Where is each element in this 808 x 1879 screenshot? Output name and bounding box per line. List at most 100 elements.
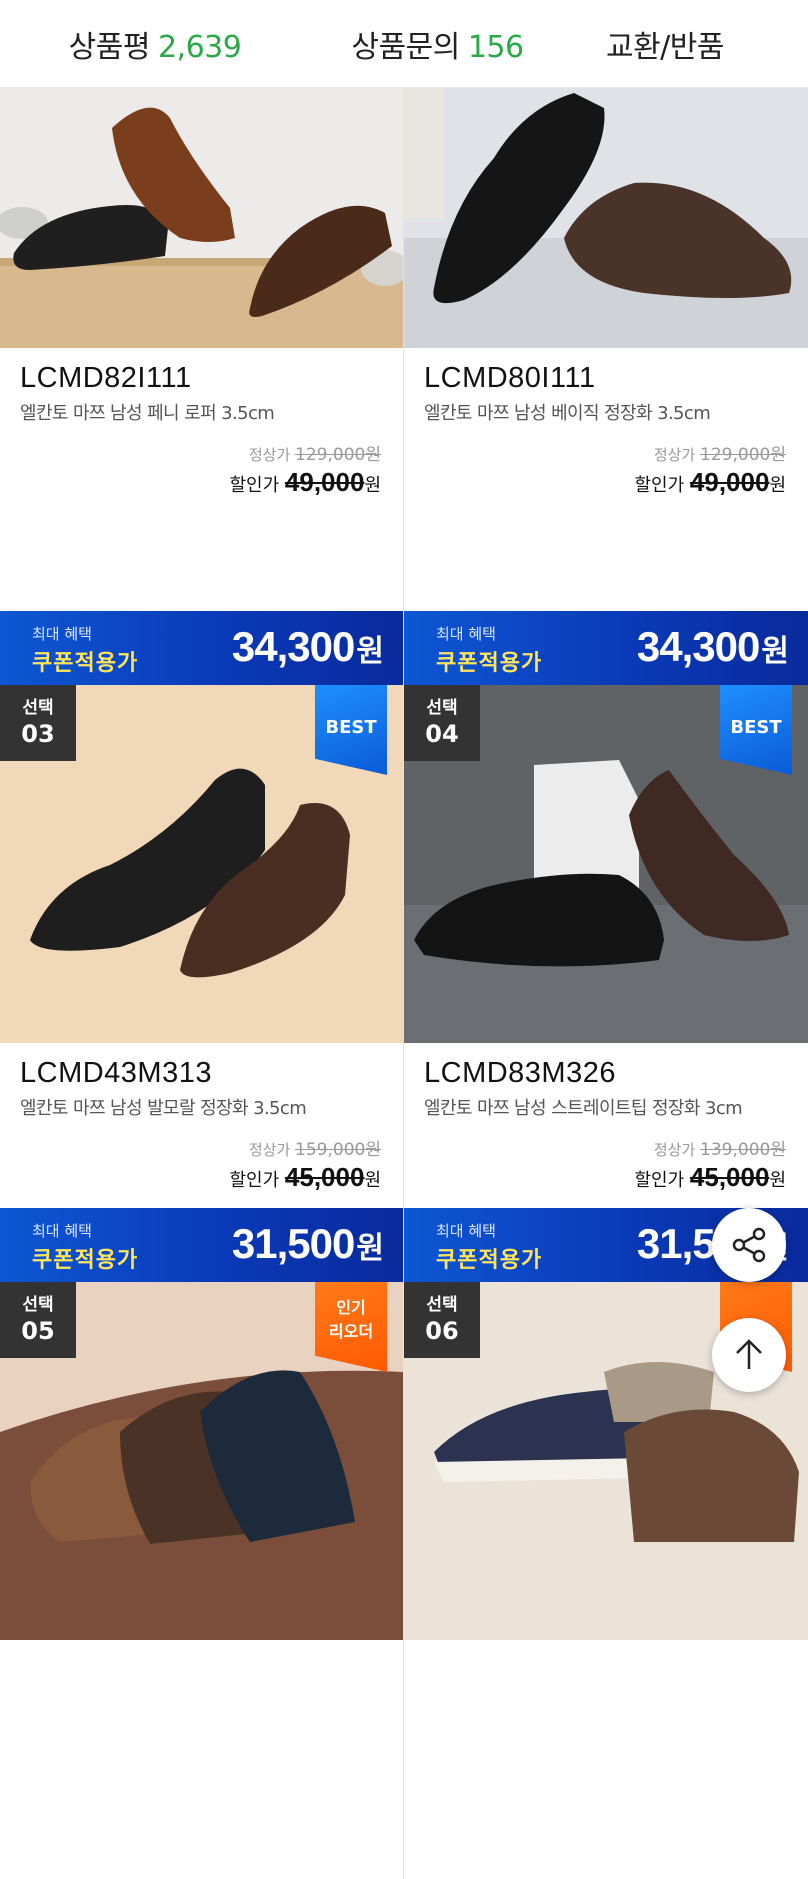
- choice-number-badge: 선택 04: [404, 685, 480, 761]
- best-badge-text: BEST: [325, 717, 377, 738]
- coupon-label: 쿠폰적용가: [436, 651, 543, 676]
- coupon-max-benefit: 최대 혜택: [436, 1222, 496, 1240]
- choice-number: 03: [21, 720, 55, 748]
- choice-label: 선택: [426, 698, 458, 718]
- product-code: LCMD80I111: [424, 362, 596, 394]
- original-price-value: 129,000: [295, 445, 366, 465]
- coupon-price: 34,300원: [231, 623, 384, 671]
- product-card[interactable]: 선택 03 BEST LCMD43M313 엘칸토 마쯔 남성 발모랄 정장화 3…: [0, 685, 404, 1282]
- product-prices: 정상가 139,000원 할인가 45,000원: [634, 1135, 786, 1193]
- product-prices: 정상가 129,000원 할인가 49,000원: [229, 440, 381, 498]
- choice-label: 선택: [22, 698, 54, 718]
- choice-number-badge: 선택 05: [0, 1282, 76, 1358]
- arrow-up-icon: [736, 1339, 762, 1369]
- product-info: LCMD43M313 엘칸토 마쯔 남성 발모랄 정장화 3.5cm 정상가 1…: [0, 1043, 403, 1203]
- product-desc: 엘칸토 마쯔 남성 페니 로퍼 3.5cm: [20, 403, 275, 424]
- coupon-price: 31,500원: [232, 1220, 384, 1268]
- coupon-max-benefit: 최대 혜택: [436, 625, 496, 643]
- popular-reorder-badge: 인기리오더: [315, 1282, 387, 1372]
- product-tabs: 상품평 2,639 상품문의 156 교환/반품: [0, 0, 808, 88]
- best-badge: BEST: [720, 685, 792, 775]
- original-price-label: 정상가: [653, 446, 696, 464]
- tab-exchange-return[interactable]: 교환/반품: [565, 22, 765, 66]
- coupon-price-unit: 원: [356, 1231, 384, 1266]
- coupon-max-benefit: 최대 혜택: [32, 1222, 92, 1240]
- tab-inquiries[interactable]: 상품문의 156: [310, 22, 565, 66]
- product-desc: 엘칸토 마쯔 남성 발모랄 정장화 3.5cm: [20, 1098, 307, 1119]
- original-price-label: 정상가: [653, 1141, 696, 1159]
- choice-number: 06: [425, 1317, 459, 1345]
- popular-badge-line1: 인기: [336, 1298, 366, 1317]
- original-price: 정상가 139,000원: [634, 1135, 786, 1160]
- sale-price-label: 할인가: [634, 475, 685, 496]
- coupon-label: 쿠폰적용가: [436, 1248, 543, 1273]
- best-badge-text: BEST: [730, 717, 782, 738]
- product-card[interactable]: LCMD80I111 엘칸토 마쯔 남성 베이직 정장화 3.5cm 정상가 1…: [404, 88, 808, 685]
- product-card[interactable]: 선택 04 BEST LCMD83M326 엘칸토 마쯔 남성 스트레이트팁 정장…: [404, 685, 808, 1282]
- product-code: LCMD43M313: [20, 1057, 212, 1089]
- tab-reviews-count: 2,639: [157, 29, 242, 65]
- product-desc: 엘칸토 마쯔 남성 베이직 정장화 3.5cm: [424, 403, 711, 424]
- product-prices: 정상가 129,000원 할인가 49,000원: [634, 440, 786, 498]
- product-card[interactable]: LCMD82I111 엘칸토 마쯔 남성 페니 로퍼 3.5cm 정상가 129…: [0, 88, 404, 685]
- choice-number-badge: 선택 03: [0, 685, 76, 761]
- original-price-value: 129,000: [700, 445, 771, 465]
- coupon-banner[interactable]: 최대 혜택 쿠폰적용가 31,500원: [0, 1208, 403, 1282]
- coupon-label: 쿠폰적용가: [32, 651, 139, 676]
- tab-reviews[interactable]: 상품평 2,639: [0, 22, 310, 66]
- product-info: LCMD82I111 엘칸토 마쯔 남성 페니 로퍼 3.5cm 정상가 129…: [0, 348, 403, 508]
- best-badge: BEST: [315, 685, 387, 775]
- product-image[interactable]: [0, 88, 403, 348]
- original-price-value: 139,000: [700, 1140, 771, 1160]
- original-price-unit: 원: [770, 1140, 786, 1160]
- product-code: LCMD82I111: [20, 362, 192, 394]
- product-info: LCMD80I111 엘칸토 마쯔 남성 베이직 정장화 3.5cm 정상가 1…: [404, 348, 808, 508]
- product-code: LCMD83M326: [424, 1057, 616, 1089]
- coupon-price: 34,300원: [636, 623, 789, 671]
- coupon-price-value: 34,300: [231, 623, 355, 670]
- tab-reviews-label: 상품평: [68, 29, 151, 65]
- original-price: 정상가 159,000원: [229, 1135, 381, 1160]
- choice-number: 05: [21, 1317, 55, 1345]
- choice-number: 04: [425, 720, 459, 748]
- popular-badge-line2: 리오더: [328, 1322, 374, 1341]
- tab-inquiries-label: 상품문의: [351, 29, 460, 65]
- scroll-top-button[interactable]: [712, 1318, 786, 1392]
- original-price-unit: 원: [770, 445, 786, 465]
- original-price-value: 159,000: [295, 1140, 366, 1160]
- sale-price-value: 49,000: [689, 467, 770, 497]
- tab-inquiries-count: 156: [467, 29, 524, 65]
- coupon-price-unit: 원: [356, 634, 384, 669]
- product-card[interactable]: 선택 05 인기리오더: [0, 1282, 404, 1879]
- sale-price-unit: 원: [364, 1170, 381, 1191]
- sale-price: 할인가 45,000원: [634, 1162, 786, 1193]
- choice-number-badge: 선택 06: [404, 1282, 480, 1358]
- product-prices: 정상가 159,000원 할인가 45,000원: [229, 1135, 381, 1193]
- product-info: LCMD83M326 엘칸토 마쯔 남성 스트레이트팁 정장화 3cm 정상가 …: [404, 1043, 808, 1203]
- original-price-unit: 원: [365, 1140, 381, 1160]
- sale-price: 할인가 49,000원: [634, 467, 786, 498]
- sale-price: 할인가 45,000원: [229, 1162, 381, 1193]
- product-image[interactable]: [404, 88, 808, 348]
- original-price-label: 정상가: [248, 446, 291, 464]
- sale-price-value: 45,000: [689, 1162, 770, 1192]
- coupon-price-unit: 원: [761, 634, 789, 669]
- sale-price-label: 할인가: [229, 1170, 280, 1191]
- original-price-unit: 원: [365, 445, 381, 465]
- sale-price-value: 49,000: [284, 467, 365, 497]
- product-desc: 엘칸토 마쯔 남성 스트레이트팁 정장화 3cm: [424, 1098, 743, 1119]
- coupon-banner[interactable]: 최대 혜택 쿠폰적용가 34,300원: [0, 611, 403, 685]
- share-icon: [732, 1227, 766, 1263]
- original-price-label: 정상가: [248, 1141, 291, 1159]
- coupon-max-benefit: 최대 혜택: [32, 625, 92, 643]
- sale-price-unit: 원: [769, 1170, 786, 1191]
- sale-price-unit: 원: [769, 475, 786, 496]
- choice-label: 선택: [426, 1295, 458, 1315]
- coupon-label: 쿠폰적용가: [32, 1248, 139, 1273]
- share-button[interactable]: [712, 1208, 786, 1282]
- coupon-banner[interactable]: 최대 혜택 쿠폰적용가 34,300원: [404, 611, 808, 685]
- coupon-price-value: 34,300: [636, 623, 760, 670]
- tab-exchange-label: 교환/반품: [605, 29, 725, 65]
- sale-price-label: 할인가: [634, 1170, 685, 1191]
- product-grid: LCMD82I111 엘칸토 마쯔 남성 페니 로퍼 3.5cm 정상가 129…: [0, 88, 808, 1879]
